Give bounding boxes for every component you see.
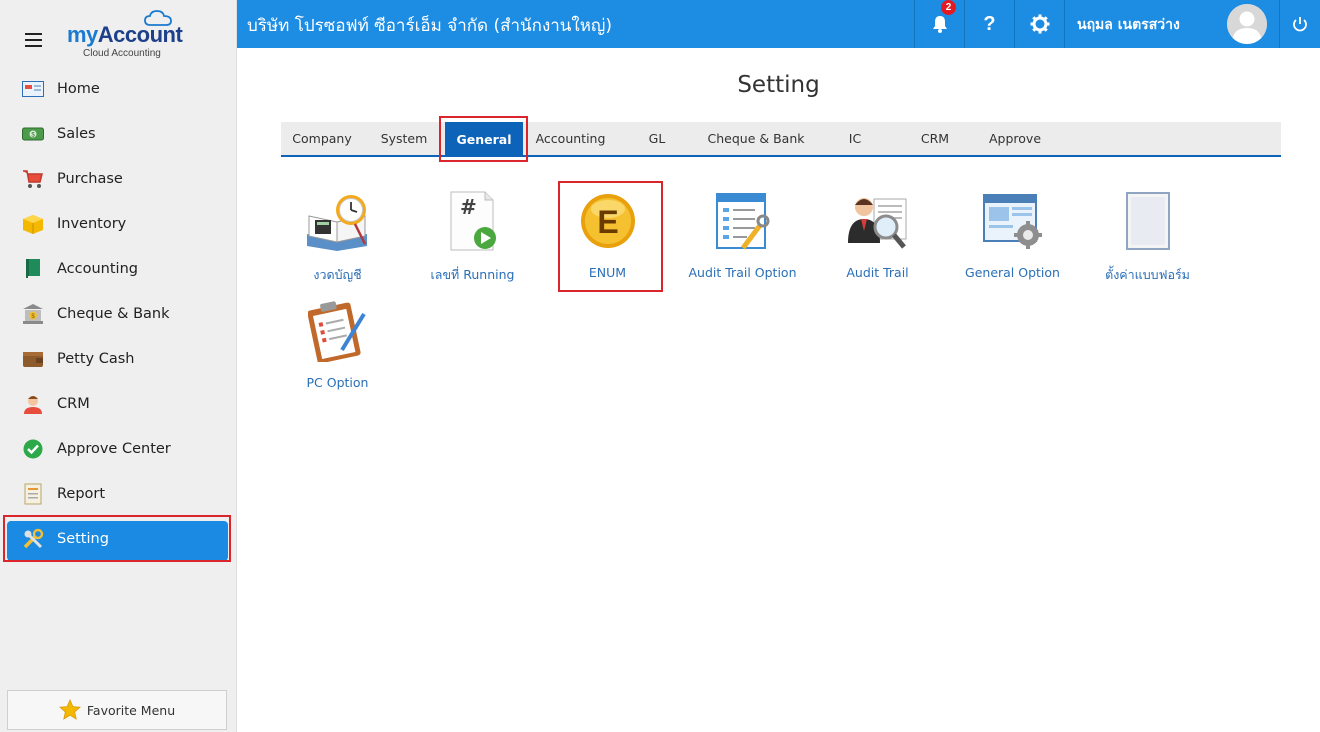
sidebar-item-home[interactable]: Home (0, 66, 237, 111)
clipboard-icon (305, 298, 371, 364)
tab-label: Accounting (535, 131, 606, 146)
setting-item-label: เลขที่ Running (430, 267, 515, 282)
audit-trail-icon (845, 188, 911, 254)
cart-icon (22, 168, 44, 190)
bell-icon (932, 16, 947, 33)
hamburger-menu-icon[interactable] (25, 33, 42, 47)
audit-option-icon (710, 188, 776, 254)
sidebar-item-label: Purchase (57, 170, 123, 187)
favorite-menu-button[interactable]: Favorite Menu (7, 690, 227, 730)
power-icon (1293, 17, 1307, 32)
sidebar: myAccount Cloud Accounting Home $ Sales … (0, 0, 237, 732)
tab-ic[interactable]: IC (816, 122, 894, 155)
tab-label: Cheque & Bank (707, 131, 805, 146)
setting-tabs: Company System General Accounting GL Che… (281, 122, 1281, 157)
tab-label: Company (292, 131, 352, 146)
setting-item-pc-option[interactable]: PC Option (270, 290, 405, 400)
setting-item-label: งวดบัญชี (313, 267, 362, 282)
tab-company[interactable]: Company (281, 122, 363, 155)
setting-item-running-number[interactable]: # เลขที่ Running (405, 180, 540, 290)
avatar[interactable] (1227, 4, 1267, 44)
book-icon (22, 258, 44, 280)
check-icon (22, 438, 44, 460)
setting-item-label: PC Option (306, 375, 369, 390)
setting-item-form-setting[interactable]: ตั้งค่าแบบฟอร์ม (1080, 180, 1215, 290)
setting-item-audit-trail-option[interactable]: Audit Trail Option (675, 180, 810, 290)
logo[interactable]: myAccount (67, 22, 183, 48)
sidebar-item-label: Approve Center (57, 440, 171, 457)
logo-area: myAccount Cloud Accounting (0, 0, 237, 68)
sidebar-item-label: CRM (57, 395, 90, 412)
sidebar-item-label: Petty Cash (57, 350, 135, 367)
sidebar-item-label: Accounting (57, 260, 138, 277)
notification-badge: 2 (941, 0, 956, 15)
favorite-menu-label: Favorite Menu (86, 702, 176, 718)
setting-item-label: ตั้งค่าแบบฟอร์ม (1105, 267, 1190, 282)
calendar-book-icon (305, 188, 371, 254)
sidebar-item-cheque-bank[interactable]: $ Cheque & Bank (0, 291, 237, 336)
star-icon (58, 699, 81, 720)
tab-cheque-bank[interactable]: Cheque & Bank (696, 122, 816, 155)
tab-gl[interactable]: GL (618, 122, 696, 155)
tab-label: System (380, 131, 428, 146)
logout-button[interactable] (1279, 0, 1320, 48)
user-menu[interactable]: นฤมล เนตรสว่าง (1064, 0, 1279, 48)
general-option-icon (980, 188, 1046, 254)
svg-text:#: # (460, 195, 477, 219)
sidebar-item-approve-center[interactable]: Approve Center (0, 426, 237, 471)
setting-item-label: General Option (965, 265, 1060, 280)
sales-icon: $ (22, 123, 44, 145)
setting-item-label: Audit Trail Option (688, 265, 797, 280)
sidebar-item-accounting[interactable]: Accounting (0, 246, 237, 291)
sidebar-menu: Home $ Sales Purchase Inventory Accounti… (0, 66, 237, 561)
user-name: นฤมล เนตรสว่าง (1077, 17, 1180, 33)
sidebar-item-crm[interactable]: CRM (0, 381, 237, 426)
wallet-icon (22, 348, 44, 370)
sidebar-item-label: Home (57, 80, 100, 97)
sidebar-item-label: Report (57, 485, 106, 502)
sidebar-item-sales[interactable]: $ Sales (0, 111, 237, 156)
sidebar-item-report[interactable]: Report (0, 471, 237, 516)
tab-label: CRM (920, 131, 950, 146)
sidebar-item-label: Sales (57, 125, 96, 142)
tab-label: GL (648, 131, 666, 146)
sidebar-item-label: Inventory (57, 215, 127, 232)
bank-icon: $ (22, 303, 44, 325)
tab-crm[interactable]: CRM (894, 122, 976, 155)
general-tab-highlight-frame (439, 116, 528, 162)
settings-button[interactable] (1014, 0, 1064, 48)
tab-approve[interactable]: Approve (976, 122, 1054, 155)
running-number-icon: # (440, 188, 506, 254)
sidebar-item-label: Cheque & Bank (57, 305, 170, 322)
tab-accounting[interactable]: Accounting (523, 122, 618, 155)
tab-label: IC (848, 131, 862, 146)
page-title: Setting (737, 72, 820, 98)
enum-highlight-frame (558, 181, 663, 292)
setting-highlight-frame (3, 515, 231, 562)
setting-item-general-option[interactable]: General Option (945, 180, 1080, 290)
logo-subtitle: Cloud Accounting (83, 48, 161, 59)
person-icon (22, 393, 44, 415)
sidebar-item-inventory[interactable]: Inventory (0, 201, 237, 246)
tab-system[interactable]: System (363, 122, 445, 155)
tab-label: Approve (988, 131, 1042, 146)
home-icon (22, 78, 44, 100)
setting-item-accounting-period[interactable]: งวดบัญชี (270, 180, 405, 290)
setting-item-label: Audit Trail (846, 265, 909, 280)
logo-my: my (67, 22, 98, 47)
help-button[interactable]: ? (964, 0, 1014, 48)
help-icon: ? (983, 12, 996, 35)
form-setting-icon (1115, 188, 1181, 254)
report-icon (22, 483, 44, 505)
gear-icon (1030, 14, 1049, 34)
setting-item-audit-trail[interactable]: Audit Trail (810, 180, 945, 290)
notification-button[interactable]: 2 (914, 0, 964, 48)
top-bar: บริษัท โปรซอฟท์ ซีอาร์เอ็ม จำกัด (สำนักง… (237, 0, 1320, 48)
sidebar-item-purchase[interactable]: Purchase (0, 156, 237, 201)
logo-account: Account (97, 22, 183, 47)
sidebar-item-petty-cash[interactable]: Petty Cash (0, 336, 237, 381)
box-icon (22, 213, 44, 235)
company-name: บริษัท โปรซอฟท์ ซีอาร์เอ็ม จำกัด (สำนักง… (247, 16, 613, 36)
